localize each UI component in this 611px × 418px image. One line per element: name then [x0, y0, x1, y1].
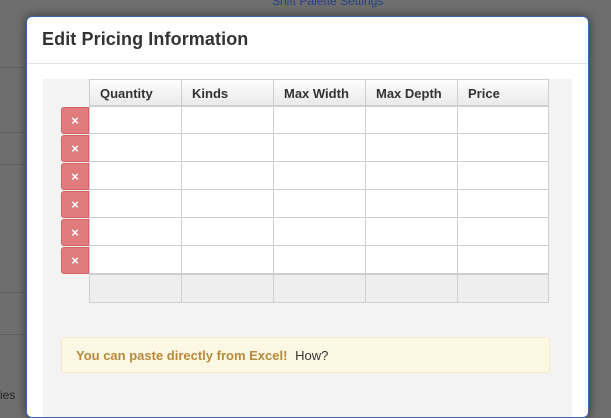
grid-cell-max-depth[interactable] [365, 190, 457, 218]
delete-row-button[interactable]: × [61, 135, 89, 162]
grid-row: × [61, 134, 549, 162]
paste-tip-alert: You can paste directly from Excel! How? [61, 337, 550, 373]
backdrop-divider [0, 334, 26, 335]
delete-row-button[interactable]: × [61, 191, 89, 218]
grid-row: × [61, 246, 549, 274]
modal-body: Quantity Kinds Max Width Max Depth Price… [43, 79, 572, 417]
backdrop-settings-link: Shift Palette Settings [272, 0, 384, 8]
grid-cell-kinds[interactable] [181, 246, 273, 274]
grid-cell-price[interactable] [457, 190, 549, 218]
footer-cell [181, 274, 273, 303]
grid-cell-max-depth[interactable] [365, 246, 457, 274]
grid-row: × [61, 218, 549, 246]
grid-cell-max-depth[interactable] [365, 162, 457, 190]
pricing-modal: Edit Pricing Information Quantity Kinds … [26, 16, 589, 418]
grid-cell-quantity[interactable] [89, 162, 181, 190]
footer-cell [89, 274, 181, 303]
grid-cell-kinds[interactable] [181, 162, 273, 190]
delete-row-button[interactable]: × [61, 163, 89, 190]
grid-cell-price[interactable] [457, 134, 549, 162]
grid-rows: × × × × × × [61, 106, 549, 274]
grid-cell-price[interactable] [457, 218, 549, 246]
paste-tip-text: You can paste directly from Excel! [76, 348, 288, 363]
grid-cell-kinds[interactable] [181, 218, 273, 246]
column-header-price[interactable]: Price [457, 79, 549, 106]
backdrop-divider [0, 67, 26, 68]
grid-cell-quantity[interactable] [89, 134, 181, 162]
grid-cell-price[interactable] [457, 162, 549, 190]
footer-cell [273, 274, 365, 303]
footer-cell [365, 274, 457, 303]
backdrop-divider [0, 164, 26, 165]
column-header-max-width[interactable]: Max Width [273, 79, 365, 106]
grid-cell-quantity[interactable] [89, 218, 181, 246]
grid-cell-max-width[interactable] [273, 134, 365, 162]
grid-cell-kinds[interactable] [181, 106, 273, 134]
column-header-kinds[interactable]: Kinds [181, 79, 273, 106]
grid-cell-price[interactable] [457, 106, 549, 134]
grid-header: Quantity Kinds Max Width Max Depth Price [89, 79, 549, 106]
grid-row: × [61, 190, 549, 218]
backdrop-divider [0, 292, 26, 293]
grid-cell-max-depth[interactable] [365, 106, 457, 134]
grid-cell-max-depth[interactable] [365, 134, 457, 162]
how-link[interactable]: How? [295, 348, 328, 363]
footer-cell [457, 274, 549, 303]
close-icon: × [71, 197, 79, 212]
grid-cell-max-width[interactable] [273, 106, 365, 134]
modal-title: Edit Pricing Information [42, 29, 249, 49]
backdrop-text: ies [0, 388, 16, 402]
grid-cell-max-width[interactable] [273, 190, 365, 218]
delete-row-button[interactable]: × [61, 107, 89, 134]
backdrop-divider [0, 132, 26, 133]
delete-row-button[interactable]: × [61, 219, 89, 246]
grid-cell-kinds[interactable] [181, 190, 273, 218]
close-icon: × [71, 141, 79, 156]
grid-cell-max-width[interactable] [273, 246, 365, 274]
grid-cell-quantity[interactable] [89, 246, 181, 274]
close-icon: × [71, 113, 79, 128]
grid-cell-kinds[interactable] [181, 134, 273, 162]
close-icon: × [71, 253, 79, 268]
grid-row: × [61, 162, 549, 190]
grid-cell-quantity[interactable] [89, 190, 181, 218]
grid-cell-quantity[interactable] [89, 106, 181, 134]
delete-row-button[interactable]: × [61, 247, 89, 274]
column-header-quantity[interactable]: Quantity [89, 79, 181, 106]
grid-cell-max-depth[interactable] [365, 218, 457, 246]
close-icon: × [71, 169, 79, 184]
grid-row: × [61, 106, 549, 134]
pricing-grid: Quantity Kinds Max Width Max Depth Price… [61, 79, 549, 303]
modal-header: Edit Pricing Information [27, 17, 588, 64]
grid-cell-max-width[interactable] [273, 162, 365, 190]
column-header-max-depth[interactable]: Max Depth [365, 79, 457, 106]
grid-cell-max-width[interactable] [273, 218, 365, 246]
close-icon: × [71, 225, 79, 240]
grid-footer [89, 274, 549, 303]
grid-cell-price[interactable] [457, 246, 549, 274]
